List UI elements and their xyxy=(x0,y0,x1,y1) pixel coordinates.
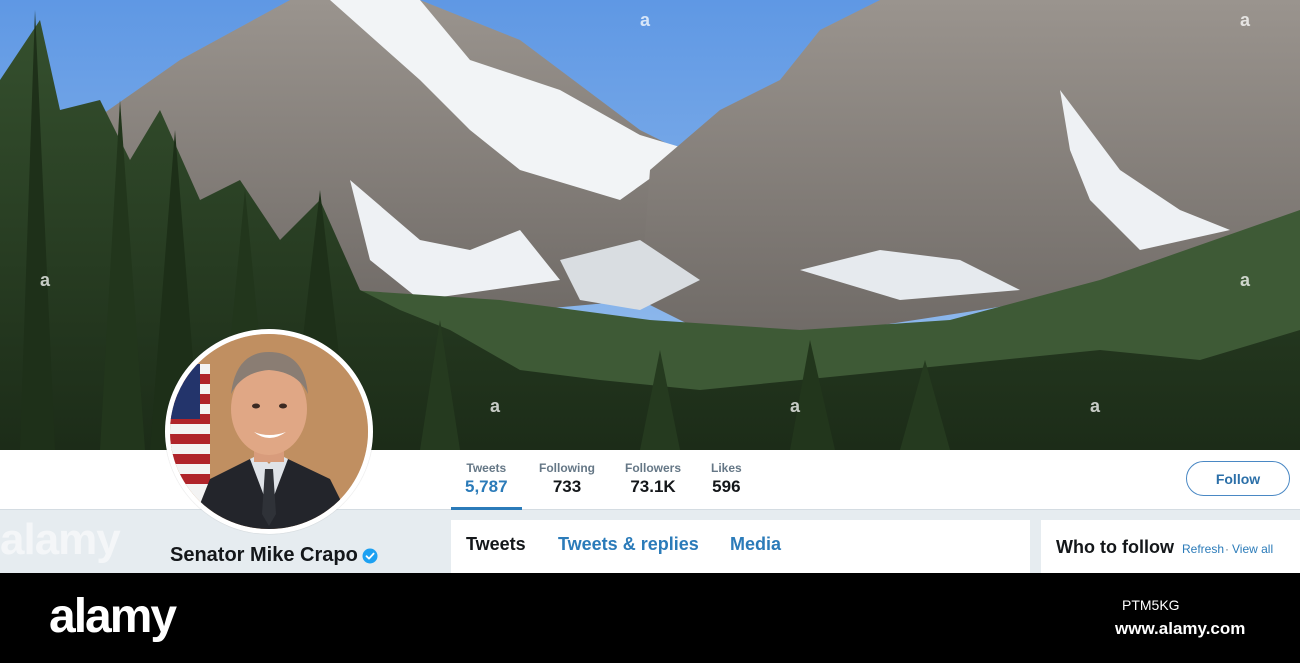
view-all-link[interactable]: View all xyxy=(1232,542,1273,556)
nav-followers-count: 73.1K xyxy=(630,477,676,496)
nav-following[interactable]: Following 733 xyxy=(539,460,595,498)
watermark-mark: a xyxy=(790,396,801,416)
tab-tweets[interactable]: Tweets xyxy=(466,534,526,555)
alamy-logo: alamy xyxy=(49,590,177,643)
nav-following-count: 733 xyxy=(552,477,582,496)
who-to-follow-title: Who to follow xyxy=(1056,537,1174,557)
who-to-follow-card: Who to follow Refresh · View all xyxy=(1041,520,1300,580)
stock-image-id: PTM5KG xyxy=(1122,597,1180,613)
twitter-profile-page: a a a a a a a Tweets 5,787 Following 733… xyxy=(0,0,1300,663)
separator-dot: · xyxy=(1225,542,1229,556)
stock-watermark-bar: alamy PTM5KG www.alamy.com xyxy=(0,573,1300,663)
refresh-link[interactable]: Refresh xyxy=(1182,542,1224,556)
nav-tweets-label: Tweets xyxy=(466,461,507,475)
nav-followers-label: Followers xyxy=(625,461,682,475)
profile-name[interactable]: Senator Mike Crapo xyxy=(170,544,358,567)
nav-likes-label: Likes xyxy=(711,461,742,475)
nav-followers[interactable]: Followers 73.1K xyxy=(625,460,681,498)
stock-url: www.alamy.com xyxy=(1115,619,1246,638)
nav-likes[interactable]: Likes 596 xyxy=(711,460,742,498)
timeline-tabs-card: Tweets Tweets & replies Media xyxy=(451,520,1030,580)
follow-button[interactable]: Follow xyxy=(1186,461,1290,496)
watermark-mark: a xyxy=(1240,10,1251,30)
nav-likes-count: 596 xyxy=(712,477,741,496)
profile-name-row: Senator Mike Crapo xyxy=(170,544,378,567)
tab-tweets-and-replies[interactable]: Tweets & replies xyxy=(558,534,699,555)
watermark-brand: alamy xyxy=(0,515,121,564)
nav-tweets[interactable]: Tweets 5,787 xyxy=(451,460,521,510)
watermark-mark: a xyxy=(490,396,501,416)
nav-tweets-count: 5,787 xyxy=(465,477,508,496)
nav-following-label: Following xyxy=(539,461,595,475)
watermark-mark: a xyxy=(40,270,51,290)
tab-media[interactable]: Media xyxy=(730,534,781,555)
watermark-mark: a xyxy=(1240,270,1251,290)
verified-badge-icon xyxy=(362,548,378,564)
profile-avatar[interactable] xyxy=(165,329,373,534)
watermark-mark: a xyxy=(640,10,651,30)
watermark-mark: a xyxy=(1090,396,1101,416)
